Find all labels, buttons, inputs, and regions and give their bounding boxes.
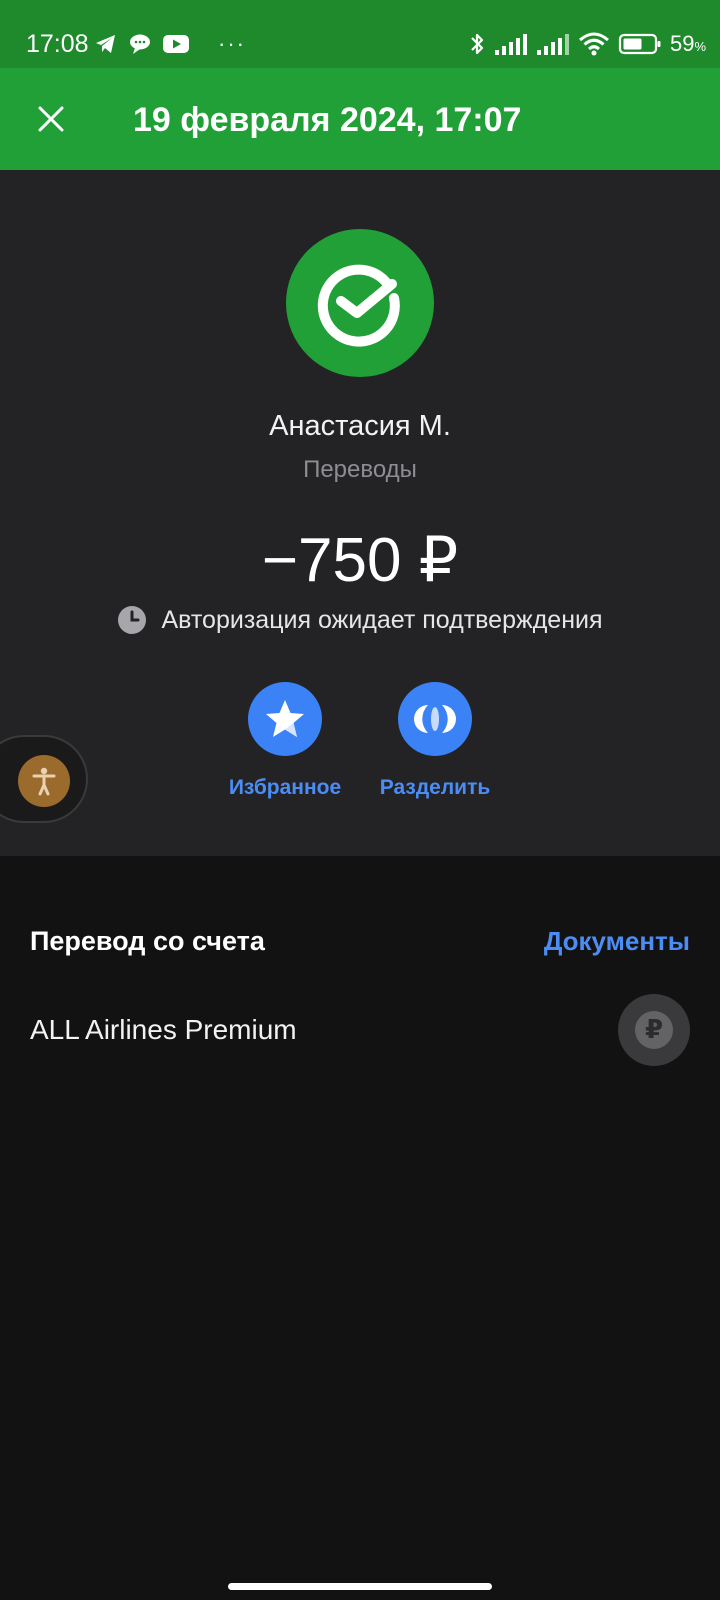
favorite-label: Избранное: [228, 776, 342, 799]
app-header: 19 февраля 2024, 17:07: [0, 68, 720, 170]
signal-icon-2: [536, 34, 569, 55]
split-button[interactable]: Разделить: [360, 682, 510, 802]
transaction-summary: Анастасия М. Переводы −750 ₽ Авторизация…: [0, 170, 720, 856]
signal-icon-1: [494, 34, 527, 55]
sber-logo-icon: [317, 264, 400, 347]
split-label: Разделить: [379, 776, 491, 799]
telegram-icon: [96, 35, 115, 53]
chat-bubble-icon: [130, 34, 150, 54]
close-icon: [38, 106, 64, 132]
status-time: 17:08: [26, 30, 89, 58]
home-indicator[interactable]: [228, 1583, 492, 1590]
youtube-icon: [163, 35, 189, 53]
documents-link[interactable]: Документы: [544, 924, 690, 958]
bluetooth-icon: [471, 33, 484, 55]
split-button-circle: [398, 682, 472, 756]
notification-icons: ···: [94, 30, 246, 58]
battery-icon: [618, 33, 661, 55]
account-icon: ₽: [618, 994, 690, 1066]
close-button[interactable]: [30, 98, 72, 140]
favorite-button[interactable]: Избранное: [210, 682, 360, 802]
transaction-amount: −750 ₽: [261, 526, 459, 595]
clock-icon: [118, 606, 147, 634]
star-icon: [266, 700, 304, 737]
accessibility-icon: [32, 767, 56, 796]
favorite-button-circle: [248, 682, 322, 756]
source-account-name: ALL Airlines Premium: [30, 1014, 297, 1045]
transaction-category: Переводы: [303, 456, 417, 483]
recipient-name: Анастасия М.: [269, 410, 451, 442]
accessibility-button-inner: [18, 755, 70, 807]
merchant-logo: [286, 229, 434, 377]
split-icon: [414, 705, 456, 733]
page-title: 19 февраля 2024, 17:07: [133, 101, 522, 139]
source-account-section: Перевод со счета Документы ALL Airlines …: [0, 856, 720, 1600]
ruble-icon: ₽: [635, 1011, 673, 1049]
source-account-heading: Перевод со счета: [30, 926, 265, 956]
authorization-status-text: Авторизация ожидает подтверждения: [161, 606, 603, 634]
authorization-status: Авторизация ожидает подтверждения: [0, 604, 720, 636]
accessibility-floating-button[interactable]: [0, 735, 88, 823]
system-icons: 59%: [460, 28, 706, 60]
more-notifications-indicator: ···: [218, 31, 246, 56]
source-account-row[interactable]: ALL Airlines Premium ₽: [0, 990, 720, 1074]
wifi-icon: [578, 32, 609, 56]
transaction-details-screen: 17:08 ··· 59% 19 февраля 2024, 17:07 Ана…: [0, 0, 720, 1600]
status-bar: 17:08 ··· 59%: [0, 0, 720, 68]
battery-percentage: 59%: [669, 31, 706, 56]
